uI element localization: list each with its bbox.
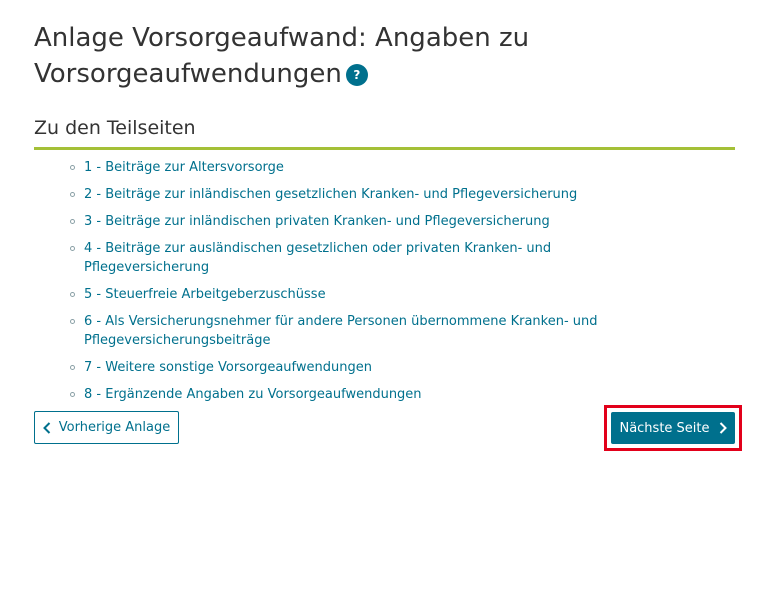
subpage-link-4[interactable]: 4 - Beiträge zur ausländischen gesetzlic… bbox=[84, 241, 551, 275]
highlight-frame: Nächste Seite bbox=[604, 405, 742, 451]
subpage-link-2[interactable]: 2 - Beiträge zur inländischen gesetzlich… bbox=[84, 187, 577, 202]
chevron-left-icon bbox=[42, 421, 51, 434]
subpage-list: 1 - Beiträge zur Altersvorsorge 2 - Beit… bbox=[70, 158, 680, 412]
list-item: 4 - Beiträge zur ausländischen gesetzlic… bbox=[70, 239, 680, 277]
list-item: 1 - Beiträge zur Altersvorsorge bbox=[70, 158, 680, 177]
bullet-icon bbox=[70, 392, 75, 397]
next-page-label: Nächste Seite bbox=[619, 420, 710, 436]
chevron-right-icon bbox=[719, 422, 727, 434]
list-item: 5 - Steuerfreie Arbeitgeberzuschüsse bbox=[70, 285, 680, 304]
bullet-icon bbox=[70, 165, 75, 170]
page-title: Anlage Vorsorgeaufwand: Angaben zu Vorso… bbox=[34, 20, 734, 92]
bullet-icon bbox=[70, 219, 75, 224]
subpage-link-6[interactable]: 6 - Als Versicherungsnehmer für andere P… bbox=[84, 314, 598, 348]
bullet-icon bbox=[70, 365, 75, 370]
subpage-link-5[interactable]: 5 - Steuerfreie Arbeitgeberzuschüsse bbox=[84, 287, 326, 302]
subpage-link-1[interactable]: 1 - Beiträge zur Altersvorsorge bbox=[84, 160, 284, 175]
bullet-icon bbox=[70, 246, 75, 251]
subpage-link-3[interactable]: 3 - Beiträge zur inländischen privaten K… bbox=[84, 214, 550, 229]
subpage-link-8[interactable]: 8 - Ergänzende Angaben zu Vorsorgeaufwen… bbox=[84, 387, 422, 402]
list-item: 3 - Beiträge zur inländischen privaten K… bbox=[70, 212, 680, 231]
subpage-link-7[interactable]: 7 - Weitere sonstige Vorsorgeaufwendunge… bbox=[84, 360, 372, 375]
list-item: 6 - Als Versicherungsnehmer für andere P… bbox=[70, 312, 680, 350]
bullet-icon bbox=[70, 192, 75, 197]
page: Anlage Vorsorgeaufwand: Angaben zu Vorso… bbox=[0, 0, 780, 616]
bullet-icon bbox=[70, 292, 75, 297]
next-page-button[interactable]: Nächste Seite bbox=[611, 412, 735, 444]
help-icon[interactable]: ? bbox=[345, 64, 368, 86]
previous-annex-label: Vorherige Anlage bbox=[58, 420, 171, 435]
list-item: 7 - Weitere sonstige Vorsorgeaufwendunge… bbox=[70, 358, 680, 377]
page-title-text: Anlage Vorsorgeaufwand: Angaben zu Vorso… bbox=[34, 23, 530, 89]
section-heading: Zu den Teilseiten bbox=[34, 116, 735, 150]
list-item: 2 - Beiträge zur inländischen gesetzlich… bbox=[70, 185, 680, 204]
previous-annex-button[interactable]: Vorherige Anlage bbox=[34, 411, 179, 444]
bullet-icon bbox=[70, 319, 75, 324]
list-item: 8 - Ergänzende Angaben zu Vorsorgeaufwen… bbox=[70, 385, 680, 404]
